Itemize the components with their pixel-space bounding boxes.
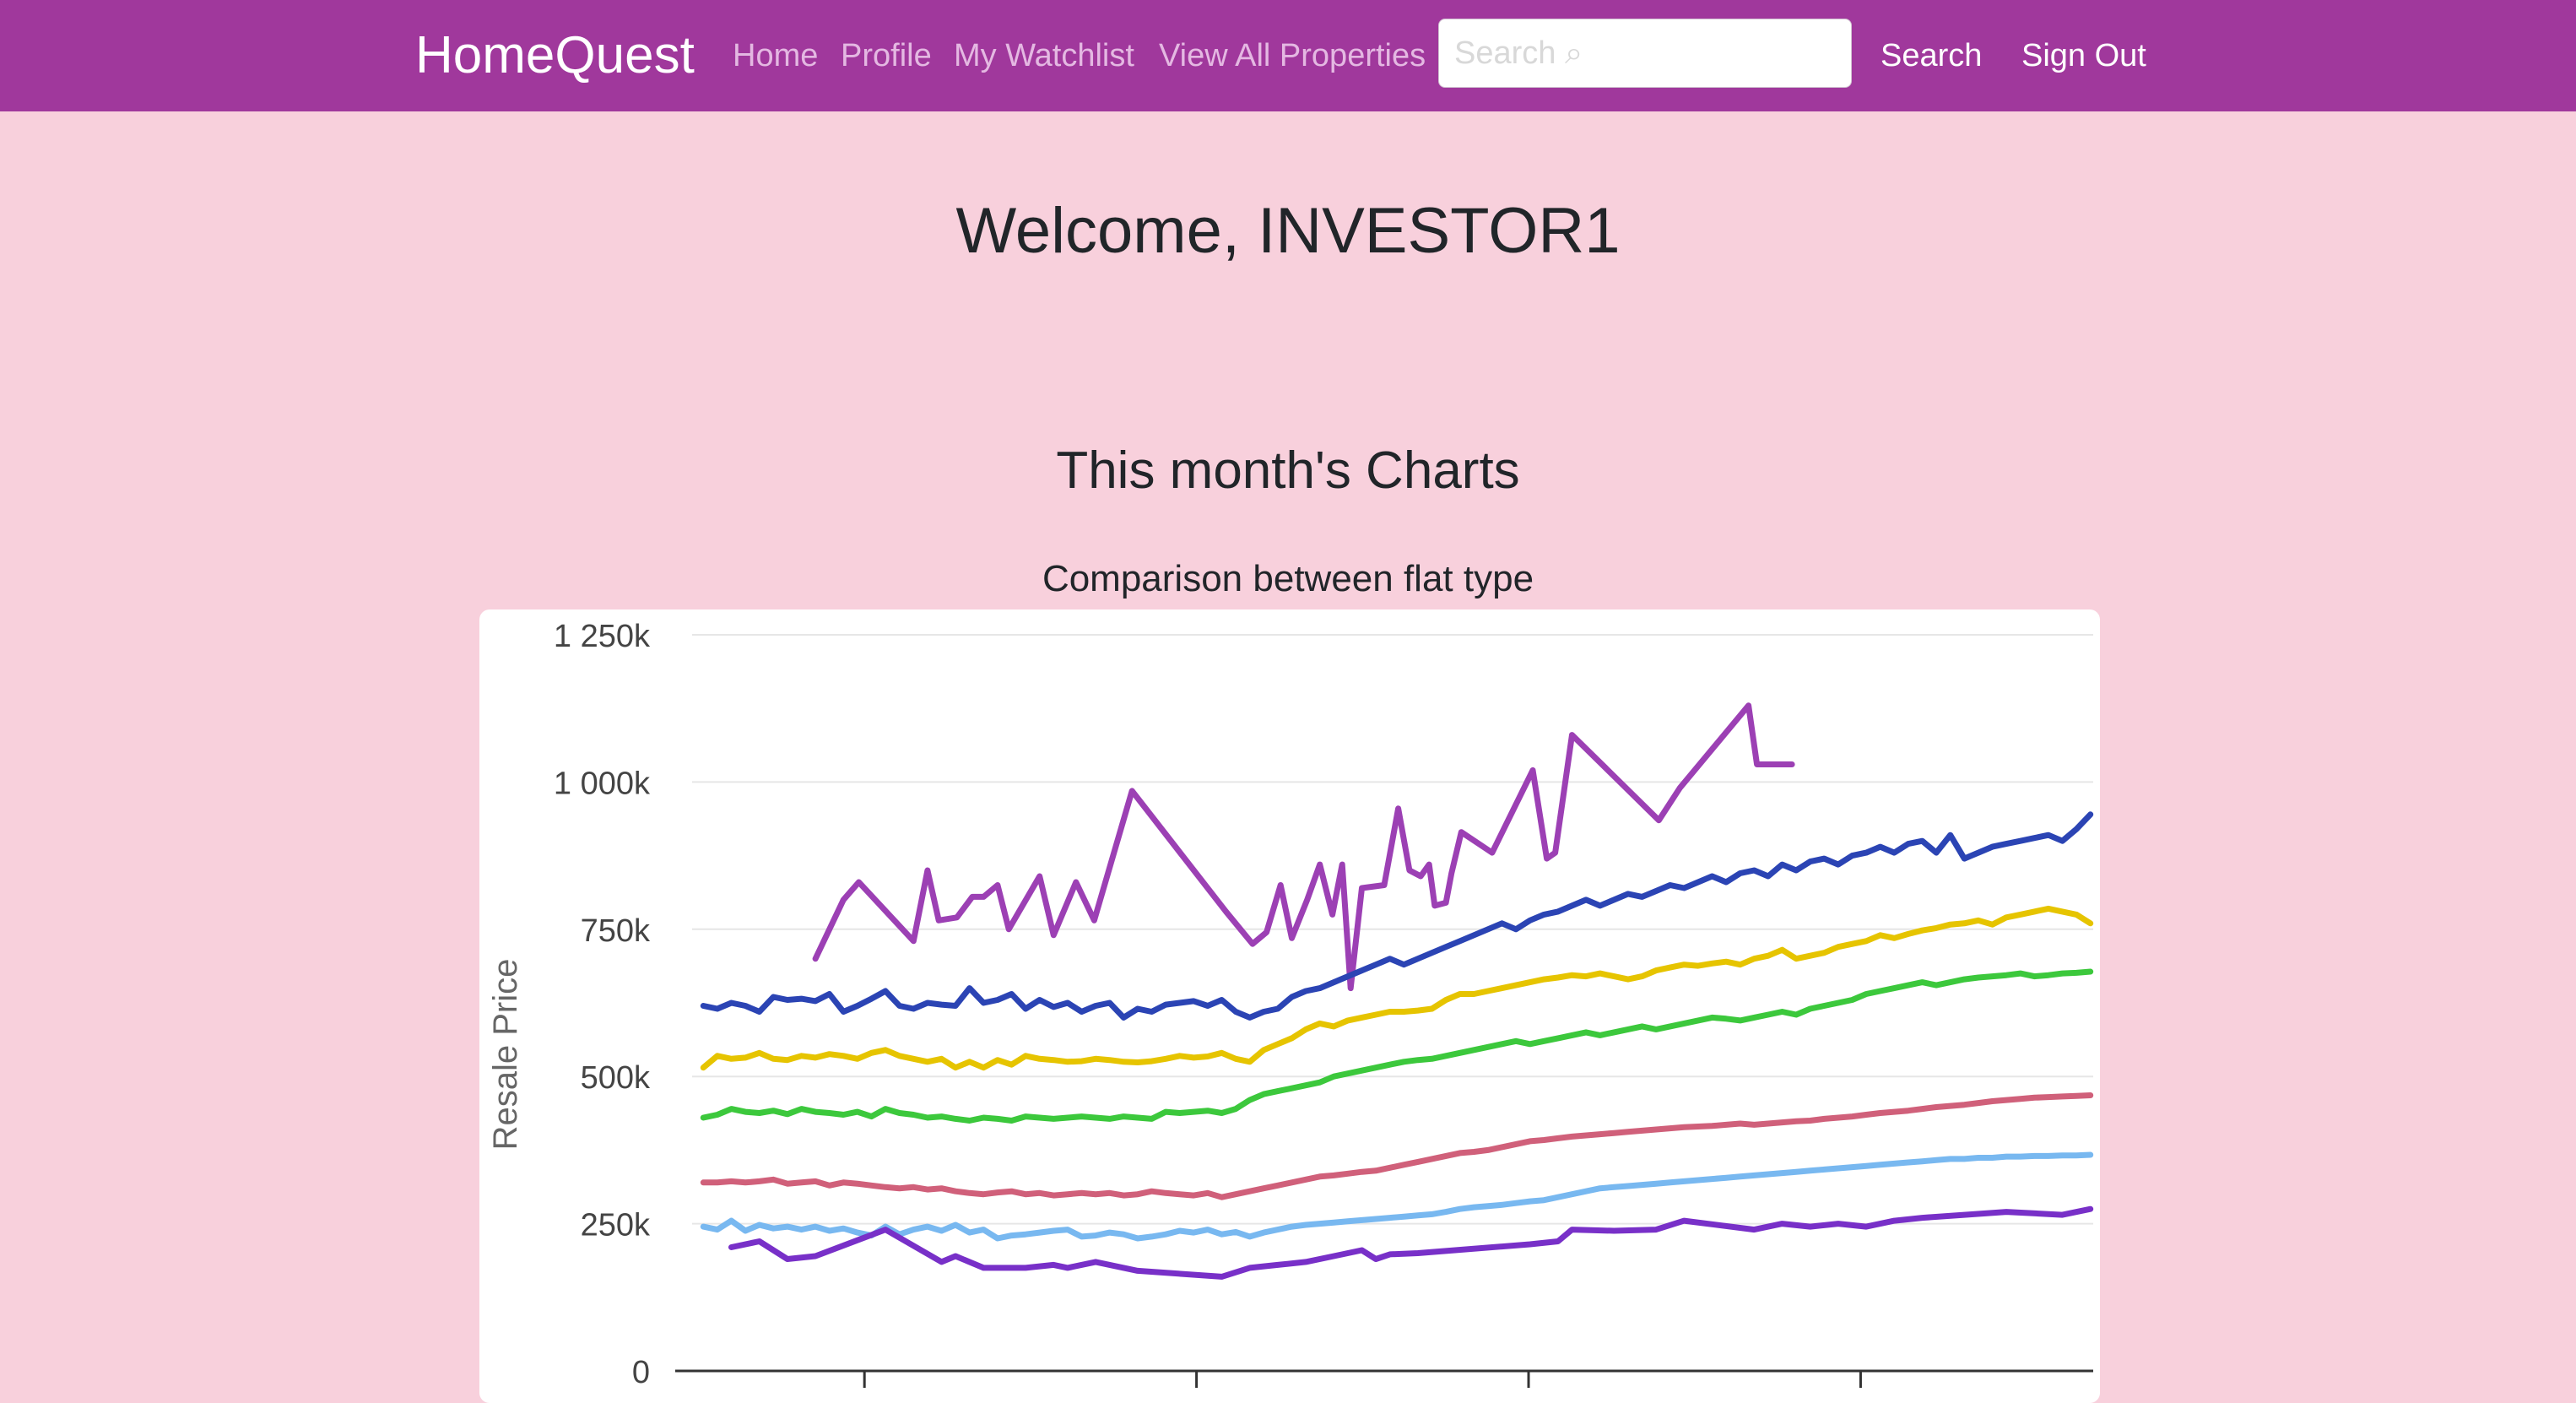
y-tick-label: 1 250k <box>554 619 651 654</box>
line-chart: 0 250k 500k 750k 1 000k 1 250k Resale Price <box>487 619 2094 1390</box>
y-tick-label: 250k <box>581 1208 651 1243</box>
y-tick-label: 750k <box>581 913 651 949</box>
chart-card: 0 250k 500k 750k 1 000k 1 250k Resale Price <box>479 609 2100 1403</box>
welcome-heading: Welcome, INVESTOR1 <box>955 195 1621 267</box>
nav-my-watchlist[interactable]: My Watchlist <box>954 34 1134 78</box>
sign-out-link[interactable]: Sign Out <box>2021 34 2146 78</box>
series-line-5 <box>700 1092 2094 1200</box>
search-input[interactable] <box>1438 19 1852 88</box>
series-line-7 <box>728 1205 2094 1280</box>
nav-home[interactable]: Home <box>733 34 818 78</box>
y-tick-label: 1 000k <box>554 766 651 801</box>
nav-view-all-properties[interactable]: View All Properties <box>1159 34 1426 78</box>
brand-logo[interactable]: HomeQuest <box>415 24 695 88</box>
series-lines <box>700 702 2094 1280</box>
series-line-1 <box>812 702 1795 992</box>
series-line-4 <box>700 968 2094 1124</box>
charts-section-heading: This month's Charts <box>1056 441 1520 500</box>
series-line-2 <box>700 811 2094 1021</box>
nav-profile[interactable]: Profile <box>841 34 932 78</box>
chart-title: Comparison between flat type <box>1042 558 1534 599</box>
navbar: HomeQuest Home Profile My Watchlist View… <box>0 0 2576 111</box>
y-axis-label: Resale Price <box>487 959 524 1151</box>
y-axis-ticks: 0 250k 500k 750k 1 000k 1 250k <box>554 619 651 1390</box>
y-tick-label: 0 <box>632 1355 650 1390</box>
y-tick-label: 500k <box>581 1060 651 1096</box>
x-axis <box>675 1369 2093 1388</box>
search-button[interactable]: Search <box>1881 34 1982 78</box>
